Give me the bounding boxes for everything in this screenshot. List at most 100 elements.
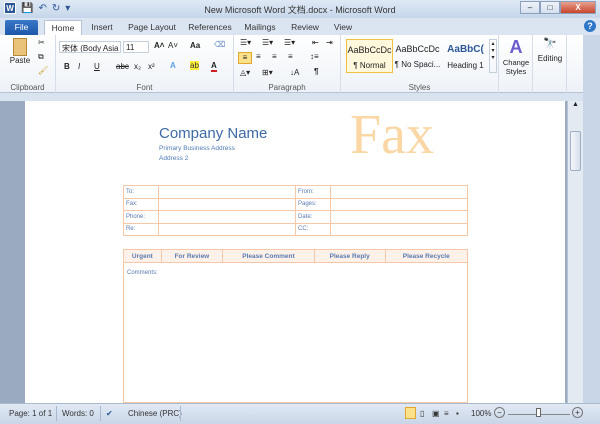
- font-label: Font: [136, 83, 153, 92]
- mark-please-reply: Please Reply: [313, 249, 386, 263]
- help-icon[interactable]: ?: [584, 20, 596, 32]
- address-line-1: Primary Business Address: [159, 145, 235, 152]
- sort-icon[interactable]: ↓A: [290, 68, 299, 77]
- style-normal[interactable]: AaBbCcDc ¶ Normal: [346, 39, 393, 73]
- tab-review[interactable]: Review: [286, 20, 324, 35]
- font-name-select[interactable]: 宋体 (Body Asia: [59, 41, 121, 53]
- tab-page-layout[interactable]: Page Layout: [124, 20, 180, 35]
- scroll-thumb[interactable]: [570, 131, 581, 171]
- table-row: To: From:: [123, 185, 468, 199]
- address-line-2: Address 2: [159, 155, 189, 162]
- multilevel-list-icon[interactable]: ☰▾: [284, 38, 295, 47]
- grow-font-button[interactable]: A˄: [154, 41, 164, 50]
- tab-references[interactable]: References: [184, 20, 236, 35]
- table-row: Urgent For Review Please Comment Please …: [123, 249, 468, 263]
- mark-please-comment: Please Comment: [222, 249, 315, 263]
- paste-icon: [13, 38, 27, 56]
- mark-for-review: For Review: [160, 249, 224, 263]
- decrease-indent-icon[interactable]: ⇤: [312, 38, 319, 47]
- document-area: Fax Company Name Primary Business Addres…: [0, 101, 567, 403]
- align-center-icon[interactable]: ≡: [256, 52, 261, 61]
- word-count[interactable]: Words: 0: [62, 409, 94, 418]
- table-row: Re: CC:: [123, 222, 468, 236]
- company-name: Company Name: [159, 125, 268, 142]
- paragraph-label: Paragraph: [268, 83, 306, 92]
- window-title: New Microsoft Word 文档.docx - Microsoft W…: [204, 5, 396, 15]
- proofing-icon[interactable]: ✔: [106, 409, 113, 418]
- change-case-button[interactable]: Aa: [190, 41, 200, 50]
- paragraph-group: ☰▾ ☰▾ ☰▾ ⇤ ⇥ ≡ ≡ ≡ ≡ ↕≡ ◬▾ ⊞▾ ↓A ¶ Parag…: [234, 35, 341, 93]
- text-effects-icon[interactable]: A: [170, 61, 176, 70]
- clipboard-label: Clipboard: [10, 83, 45, 92]
- format-painter-icon[interactable]: 🖌: [38, 66, 48, 75]
- italic-button[interactable]: I: [78, 62, 80, 71]
- close-button[interactable]: X: [560, 1, 596, 14]
- tab-insert[interactable]: Insert: [84, 20, 120, 35]
- fax-marks-table: Urgent For Review Please Comment Please …: [123, 249, 468, 263]
- change-styles-icon: A: [509, 37, 523, 57]
- font-group: 宋体 (Body Asia 11 A˄ A˅ Aa ⌫ B I U abc x₂…: [56, 35, 234, 93]
- style-heading-1[interactable]: AaBbC(Heading 1: [442, 39, 489, 73]
- zoom-slider-thumb[interactable]: [536, 408, 541, 417]
- maximize-button[interactable]: □: [540, 1, 560, 14]
- bullets-icon[interactable]: ☰▾: [240, 38, 251, 47]
- scroll-up-icon[interactable]: ▲: [568, 101, 583, 108]
- change-styles-button[interactable]: A Change Styles: [501, 37, 531, 76]
- ribbon: Clipboard Paste ✂ ⧉ 🖌 Clipboard 宋体 (Body…: [0, 35, 600, 93]
- styles-label: Styles: [408, 83, 431, 92]
- minimize-button[interactable]: –: [520, 1, 540, 14]
- subscript-button[interactable]: x₂: [134, 62, 141, 71]
- zoom-level[interactable]: 100%: [471, 409, 491, 418]
- cut-icon[interactable]: ✂: [38, 38, 45, 47]
- strikethrough-button[interactable]: abc: [116, 62, 129, 71]
- align-left-icon[interactable]: ≡: [238, 52, 252, 64]
- justify-icon[interactable]: ≡: [288, 52, 293, 61]
- shading-icon[interactable]: ◬▾: [240, 68, 250, 77]
- web-layout-icon[interactable]: ▣: [432, 409, 440, 418]
- outline-icon[interactable]: ≡: [444, 409, 449, 418]
- show-formatting-button[interactable]: ¶: [314, 67, 318, 76]
- table-row: Fax: Pages:: [123, 197, 468, 211]
- clipboard-group: Clipboard Paste ✂ ⧉ 🖌 Clipboard: [0, 35, 56, 93]
- bold-button[interactable]: B: [64, 62, 70, 71]
- ruler: [0, 93, 600, 101]
- numbering-icon[interactable]: ☰▾: [262, 38, 273, 47]
- page-count[interactable]: Page: 1 of 1: [9, 409, 52, 418]
- line-spacing-icon[interactable]: ↕≡: [310, 52, 319, 61]
- document-page[interactable]: Fax Company Name Primary Business Addres…: [25, 101, 565, 403]
- full-screen-reading-icon[interactable]: ▯: [420, 409, 424, 418]
- tab-view[interactable]: View: [328, 20, 358, 35]
- zoom-out-icon[interactable]: −: [494, 407, 505, 418]
- superscript-button[interactable]: x²: [148, 62, 155, 71]
- align-right-icon[interactable]: ≡: [272, 52, 277, 61]
- underline-button[interactable]: U: [94, 62, 100, 71]
- clear-formatting-icon[interactable]: ⌫: [214, 40, 225, 49]
- style-no-spacing[interactable]: AaBbCcDc ¶ No Spaci...: [394, 39, 441, 73]
- paste-button[interactable]: Clipboard Paste: [8, 38, 32, 65]
- tab-home[interactable]: Home: [44, 20, 82, 35]
- print-layout-icon[interactable]: [405, 407, 416, 419]
- shrink-font-button[interactable]: A˅: [168, 41, 178, 50]
- tab-mailings[interactable]: Mailings: [240, 20, 280, 35]
- draft-icon[interactable]: ▪: [456, 409, 459, 418]
- editing-group: 🔭 Editing: [533, 35, 567, 93]
- editing-button[interactable]: 🔭 Editing: [535, 37, 565, 63]
- copy-icon[interactable]: ⧉: [38, 52, 44, 62]
- language[interactable]: Chinese (PRC): [128, 409, 182, 418]
- mark-urgent: Urgent: [123, 249, 162, 263]
- comments-box[interactable]: Comments:: [123, 262, 468, 403]
- highlight-icon[interactable]: ab: [190, 61, 199, 70]
- vertical-scrollbar[interactable]: ▲: [567, 101, 583, 403]
- font-size-select[interactable]: 11: [123, 41, 149, 53]
- tab-file[interactable]: File: [5, 20, 38, 35]
- increase-indent-icon[interactable]: ⇥: [326, 38, 333, 47]
- ribbon-tabs: File Home Insert Page Layout References …: [0, 18, 600, 35]
- borders-icon[interactable]: ⊞▾: [262, 68, 273, 77]
- styles-scroll[interactable]: ▴ ▾ ▾: [489, 39, 497, 73]
- font-color-button[interactable]: A: [211, 61, 217, 72]
- fax-info-table: To: From: Fax: Pages: Phone: Date: Re: CC:: [123, 185, 468, 236]
- mark-please-recycle: Please Recycle: [384, 249, 468, 263]
- table-row: Phone: Date:: [123, 210, 468, 224]
- zoom-in-icon[interactable]: +: [572, 407, 583, 418]
- styles-group: AaBbCcDc ¶ Normal AaBbCcDc ¶ No Spaci... A…: [341, 35, 499, 93]
